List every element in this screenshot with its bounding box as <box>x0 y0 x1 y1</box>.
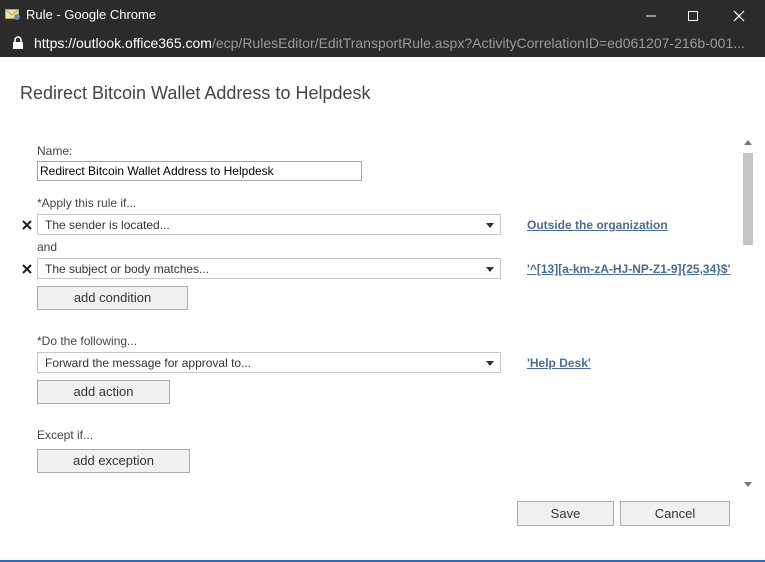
condition-2-link[interactable]: '^[13][a-km-zA-HJ-NP-Z1-9]{25,34}$' <box>527 262 730 276</box>
condition-select-1-value: The sender is located... <box>45 218 170 232</box>
remove-condition-icon[interactable] <box>21 219 33 231</box>
chevron-down-icon <box>486 361 494 366</box>
chevron-down-icon <box>486 267 494 272</box>
condition-select-1[interactable]: The sender is located... <box>37 214 501 235</box>
scrollbar-thumb[interactable] <box>743 153 753 245</box>
add-action-button[interactable]: add action <box>37 380 170 404</box>
minimize-icon <box>646 15 656 16</box>
except-if-label: Except if... <box>37 428 94 442</box>
do-following-label: *Do the following... <box>37 334 138 348</box>
condition-1-link[interactable]: Outside the organization <box>527 218 668 232</box>
url-text: https://outlook.office365.com/ecp/RulesE… <box>34 35 745 51</box>
add-exception-button[interactable]: add exception <box>37 449 190 473</box>
action-1-link[interactable]: 'Help Desk' <box>527 356 591 370</box>
condition-select-2-value: The subject or body matches... <box>45 262 210 276</box>
condition-select-2[interactable]: The subject or body matches... <box>37 258 501 279</box>
save-button[interactable]: Save <box>517 501 614 526</box>
action-select-1[interactable]: Forward the message for approval to... <box>37 352 501 373</box>
close-icon <box>733 10 745 21</box>
remove-condition-icon[interactable] <box>21 263 33 275</box>
window-titlebar: Rule - Google Chrome <box>0 0 765 31</box>
scroll-up-arrow-icon[interactable] <box>744 140 752 145</box>
add-condition-button[interactable]: add condition <box>37 286 188 310</box>
url-host: https://outlook.office365.com <box>34 35 212 51</box>
rule-editor: Redirect Bitcoin Wallet Address to Helpd… <box>0 57 765 562</box>
window-title: Rule - Google Chrome <box>26 7 157 22</box>
maximize-button[interactable] <box>670 0 716 31</box>
name-input[interactable]: Redirect Bitcoin Wallet Address to Helpd… <box>37 161 362 181</box>
url-path: /ecp/RulesEditor/EditTransportRule.aspx?… <box>211 35 745 51</box>
close-button[interactable] <box>716 0 762 31</box>
scrollbar[interactable] <box>741 137 755 487</box>
and-label: and <box>37 240 58 254</box>
envelope-gear-icon <box>5 9 20 20</box>
scroll-down-arrow-icon[interactable] <box>744 482 752 487</box>
cancel-button[interactable]: Cancel <box>620 501 730 526</box>
action-select-1-value: Forward the message for approval to... <box>45 356 252 370</box>
apply-rule-label: *Apply this rule if... <box>37 196 137 210</box>
name-label: Name: <box>37 144 73 158</box>
address-bar[interactable]: https://outlook.office365.com/ecp/RulesE… <box>0 31 765 57</box>
minimize-button[interactable] <box>628 0 674 31</box>
chevron-down-icon <box>486 223 494 228</box>
page-title: Redirect Bitcoin Wallet Address to Helpd… <box>20 83 371 103</box>
lock-icon <box>13 36 23 49</box>
maximize-icon <box>688 10 698 21</box>
